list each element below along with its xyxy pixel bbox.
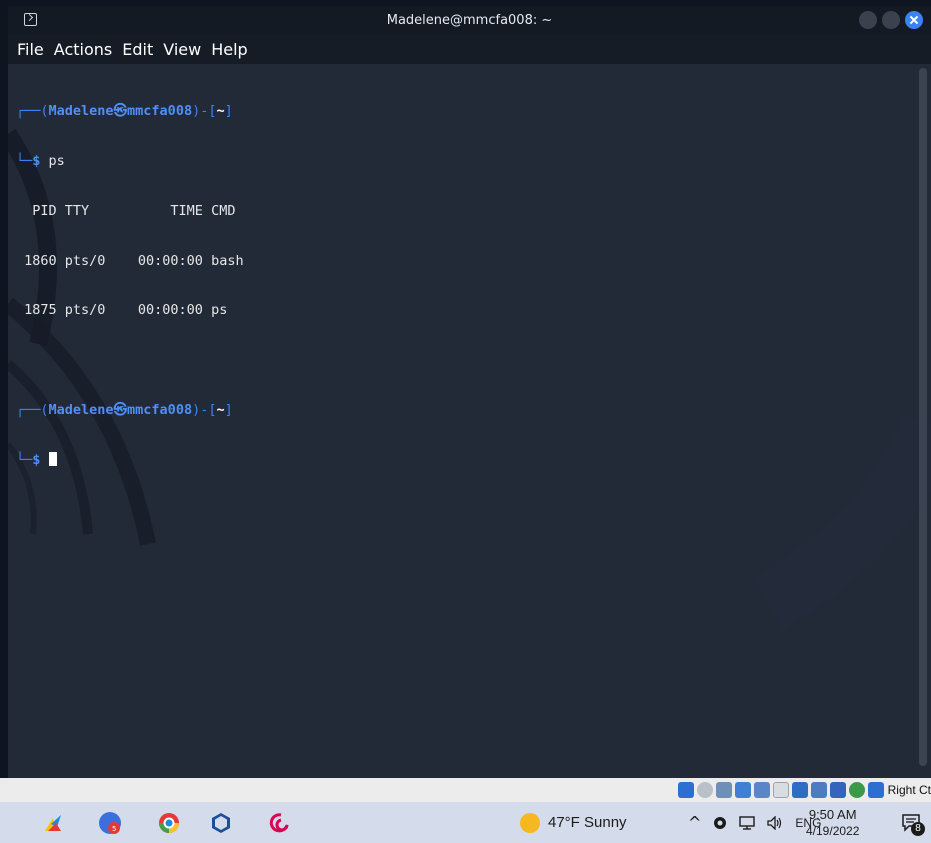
- hard-disk-icon[interactable]: [677, 782, 694, 798]
- taskbar: 5 47°F Sunny ^ ENG 9:50 AM 4/19/2022 8: [0, 802, 931, 843]
- minimize-button[interactable]: [859, 11, 877, 29]
- browser-app-icon[interactable]: 5: [97, 810, 123, 836]
- cpu-icon[interactable]: [829, 782, 846, 798]
- prompt-line-2-top: ┌──(Madelene㉿mmcfa008)-[~]: [16, 401, 233, 418]
- optical-drive-icon[interactable]: [696, 782, 713, 798]
- terminal-output: ┌──(Madelene㉿mmcfa008)-[~] └─$ ps PID TT…: [16, 70, 244, 501]
- recording-icon[interactable]: [810, 782, 827, 798]
- notification-center-button[interactable]: 8: [901, 812, 925, 836]
- network-icon[interactable]: [739, 815, 756, 830]
- keyboard-capture-icon[interactable]: [867, 782, 884, 798]
- window-title: Madelene@mmcfa008: ~: [386, 12, 553, 28]
- close-button[interactable]: [905, 11, 923, 29]
- prompt-line-2-bottom: └─$: [16, 451, 244, 469]
- text-cursor: [48, 451, 57, 466]
- menu-actions[interactable]: Actions: [49, 40, 117, 59]
- terminal-area[interactable]: ┌──(Madelene㉿mmcfa008)-[~] └─$ ps PID TT…: [8, 64, 931, 778]
- ps-header: PID TTY TIME CMD: [16, 202, 236, 219]
- menu-file[interactable]: File: [12, 40, 49, 59]
- display-icon[interactable]: [791, 782, 808, 798]
- clock-time: 9:50 AM: [808, 806, 857, 822]
- chevron-up-icon[interactable]: ^: [688, 813, 701, 832]
- sun-icon: [520, 812, 540, 833]
- weather-text: 47°F Sunny: [548, 814, 627, 831]
- menu-help[interactable]: Help: [206, 40, 252, 59]
- usb-icon[interactable]: [753, 782, 770, 798]
- host-key-label: Right Ct: [887, 783, 931, 797]
- kali-linux-app-icon[interactable]: [40, 810, 66, 836]
- ps-row: 1860 pts/0 00:00:00 bash: [16, 252, 244, 269]
- weather-widget[interactable]: 47°F Sunny: [520, 802, 627, 843]
- virtualbox-app-icon[interactable]: [208, 810, 234, 836]
- menu-bar: File Actions Edit View Help: [8, 34, 931, 64]
- window-titlebar: Madelene@mmcfa008: ~: [8, 6, 931, 34]
- network-icon[interactable]: [734, 782, 751, 798]
- vbox-device-icons: [677, 782, 884, 798]
- mouse-integration-icon[interactable]: [848, 782, 865, 798]
- command-text: ps: [48, 152, 65, 169]
- ps-row: 1875 pts/0 00:00:00 ps: [16, 302, 228, 319]
- audio-icon[interactable]: [715, 782, 732, 798]
- volume-icon[interactable]: [767, 815, 783, 830]
- system-tray: ^ ENG: [688, 802, 821, 843]
- prompt-user: Madelene: [48, 103, 114, 120]
- menu-edit[interactable]: Edit: [117, 40, 158, 59]
- prompt-host: mmcfa008: [127, 103, 193, 120]
- terminal-icon[interactable]: [24, 13, 37, 26]
- maximize-button[interactable]: [882, 11, 900, 29]
- clock[interactable]: 9:50 AM 4/19/2022: [806, 802, 859, 843]
- vbox-status-bar: Right Ct: [0, 778, 931, 802]
- prompt-line-1-bottom: └─$ ps: [16, 152, 65, 169]
- notification-count-badge: 8: [911, 822, 925, 836]
- terminal-scrollbar[interactable]: [919, 68, 927, 766]
- prompt-line-1-top: ┌──(Madelene㉿mmcfa008)-[~]: [16, 103, 233, 120]
- security-icon[interactable]: [713, 816, 727, 830]
- svg-text:5: 5: [112, 825, 116, 833]
- menu-view[interactable]: View: [158, 40, 206, 59]
- window-controls: [859, 11, 923, 29]
- shared-folder-icon[interactable]: [772, 782, 789, 798]
- clock-date: 4/19/2022: [806, 823, 860, 838]
- debian-app-icon[interactable]: [266, 810, 292, 836]
- chrome-app-icon[interactable]: [156, 810, 182, 836]
